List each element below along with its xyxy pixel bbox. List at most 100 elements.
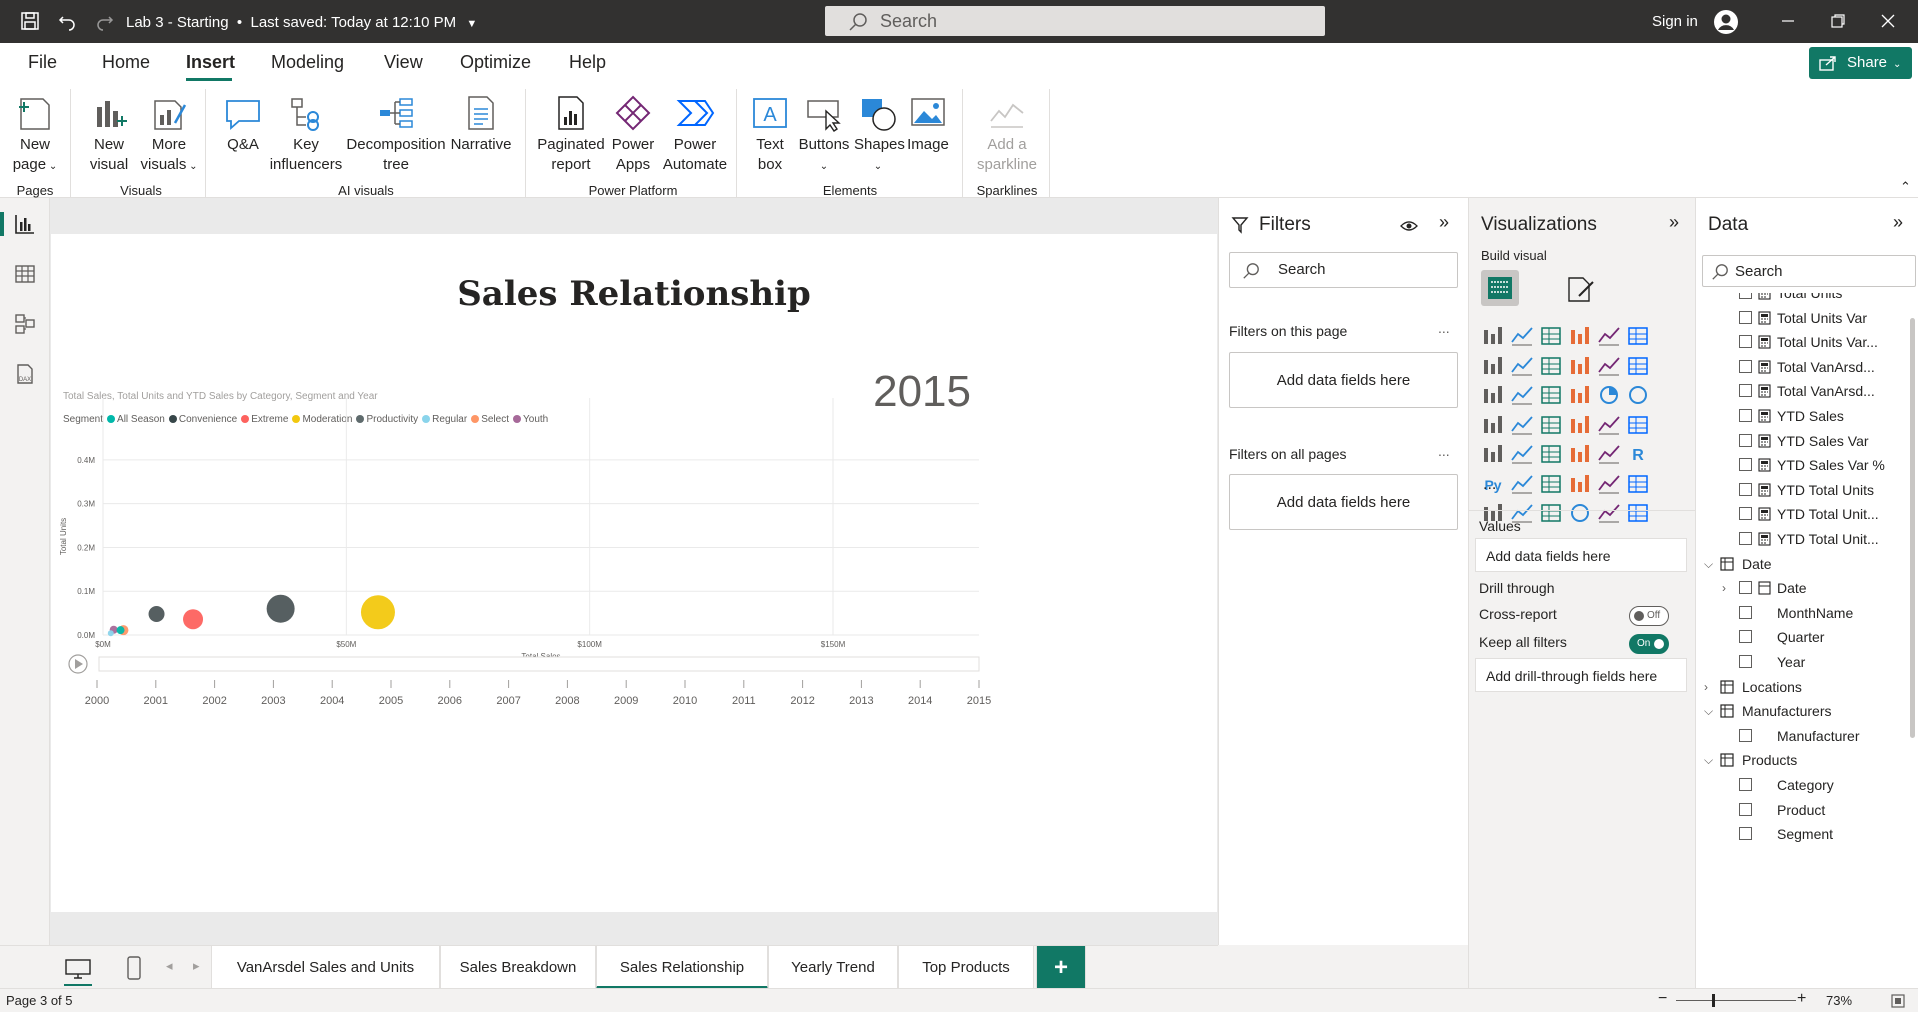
field-checkbox[interactable] [1739,433,1752,447]
scroll-left-icon[interactable]: ◂ [166,958,173,974]
field-checkbox[interactable] [1739,482,1752,496]
paginated-report-button[interactable]: Paginated report [536,93,606,175]
field-checkbox[interactable] [1739,458,1752,472]
field-row[interactable]: Manufacturer [1696,724,1910,748]
play-axis-year-label[interactable]: 2001 [144,695,168,707]
line-visual-icon[interactable] [1481,354,1505,378]
values-drop-zone[interactable]: Add data fields here [1475,538,1687,572]
pie-visual-icon[interactable] [1597,383,1621,407]
power-apps-button[interactable]: Power Apps [608,93,658,175]
field-checkbox[interactable] [1739,802,1752,816]
add-sparkline-button[interactable]: Add a sparkline [972,93,1042,175]
field-row[interactable]: Total Units Var... [1696,330,1910,354]
play-axis-year-label[interactable]: 2000 [85,695,109,707]
field-checkbox[interactable] [1739,507,1752,521]
menu-file[interactable]: File [28,52,57,73]
azure-map-visual-icon[interactable] [1568,413,1592,437]
menu-modeling[interactable]: Modeling [271,52,344,73]
report-page[interactable]: Sales Relationship Total Sales, Total Un… [51,234,1217,912]
field-row[interactable]: Quarter [1696,625,1910,649]
sign-in-link[interactable]: Sign in [1652,13,1698,30]
eye-icon[interactable] [1400,220,1418,232]
play-axis-year-label[interactable]: 2015 [967,695,991,707]
shapes-button[interactable]: Shapes ⌄ [854,93,905,177]
table-visual-icon[interactable] [1568,442,1592,466]
close-icon[interactable] [1877,11,1899,33]
gauge-visual-icon[interactable] [1597,413,1621,437]
narrative-button[interactable]: Narrative [448,93,514,155]
more-visuals-button[interactable]: More visuals ⌄ [140,93,198,177]
stacked-area-visual-icon[interactable] [1539,354,1563,378]
data-search-input[interactable]: Search [1702,255,1916,287]
field-row[interactable]: MonthName [1696,601,1910,625]
menu-insert[interactable]: Insert [186,52,235,73]
power-automate-button[interactable]: Power Automate [660,93,730,175]
field-checkbox[interactable] [1739,605,1752,619]
100-column-visual-icon[interactable] [1626,324,1650,348]
power-automate-visual-icon[interactable] [1626,501,1650,525]
play-axis-year-label[interactable]: 2004 [320,695,344,707]
stacked-bar-visual-icon[interactable] [1481,324,1505,348]
key-influencers-visual-icon[interactable] [1510,472,1534,496]
add-page-button[interactable]: + [1036,946,1086,989]
field-checkbox[interactable] [1739,359,1752,373]
field-checkbox[interactable] [1739,532,1752,545]
clustered-bar-visual-icon[interactable] [1539,324,1563,348]
data-scrollbar[interactable] [1910,318,1915,738]
qa-button[interactable]: Q&A [218,93,268,155]
zoom-slider-thumb[interactable] [1712,994,1715,1007]
funnel-visual-icon[interactable] [1539,383,1563,407]
menu-view[interactable]: View [384,52,423,73]
donut-visual-icon[interactable] [1626,383,1650,407]
filters-search-input[interactable]: Search [1229,252,1458,288]
collapse-ribbon-icon[interactable]: ⌃ [1900,179,1911,195]
line-clustered-column-visual-icon[interactable] [1626,354,1650,378]
share-button[interactable]: Share ⌄ [1809,47,1912,79]
dax-query-view-icon[interactable]: DAX [13,362,37,386]
tab-yearly-trend[interactable]: Yearly Trend [768,946,898,989]
map-visual-icon[interactable] [1510,413,1534,437]
table-row[interactable]: ⌵ Manufacturers [1696,699,1910,723]
slicer-visual-icon[interactable] [1539,442,1563,466]
field-checkbox[interactable] [1739,335,1752,349]
zoom-out-icon[interactable]: − [1658,990,1667,1008]
save-icon[interactable] [19,11,41,33]
chevron-right-icon[interactable]: › [1704,675,1708,699]
field-checkbox[interactable] [1739,778,1752,791]
field-checkbox[interactable] [1739,630,1752,644]
page-filter-drop-zone[interactable]: Add data fields here [1229,352,1458,408]
100-area-visual-icon[interactable] [1568,354,1592,378]
100-bar-visual-icon[interactable] [1597,324,1621,348]
desktop-layout-icon[interactable] [64,958,92,980]
matrix-visual-icon[interactable] [1597,442,1621,466]
smart-narrative-visual-icon[interactable] [1597,472,1621,496]
collapse-visualizations-icon[interactable]: » [1669,212,1679,233]
filled-map-visual-icon[interactable] [1539,413,1563,437]
stacked-column-visual-icon[interactable] [1510,324,1534,348]
field-row[interactable]: Total Units Var [1696,306,1910,330]
account-icon[interactable] [1713,9,1738,34]
minimize-icon[interactable] [1777,11,1799,33]
field-checkbox[interactable] [1739,293,1752,299]
tab-top-products[interactable]: Top Products [898,946,1034,989]
field-row[interactable]: Segment [1696,822,1910,846]
table-row[interactable]: ⌵ Products [1696,748,1910,772]
play-axis-year-label[interactable]: 2002 [202,695,226,707]
field-row[interactable]: Product [1696,798,1910,822]
more-visuals-ellipsis[interactable]: ... [1483,476,1496,494]
multi-row-card-visual-icon[interactable] [1481,442,1505,466]
menu-optimize[interactable]: Optimize [460,52,531,73]
field-row[interactable]: YTD Total Unit... [1696,527,1910,551]
data-point[interactable] [116,626,125,635]
metrics-visual-icon[interactable] [1626,472,1650,496]
clustered-column-visual-icon[interactable] [1568,324,1592,348]
field-row[interactable]: YTD Total Unit... [1696,502,1910,526]
decomposition-tree-button[interactable]: Decomposition tree [346,93,446,175]
image-button[interactable]: Image [904,93,952,155]
chevron-right-icon[interactable]: › [1722,576,1726,600]
field-checkbox[interactable] [1739,655,1752,668]
search-box[interactable]: Search [825,6,1325,36]
area-visual-icon[interactable] [1510,354,1534,378]
format-visual-icon[interactable] [1565,274,1595,304]
mobile-layout-icon[interactable] [126,956,142,980]
